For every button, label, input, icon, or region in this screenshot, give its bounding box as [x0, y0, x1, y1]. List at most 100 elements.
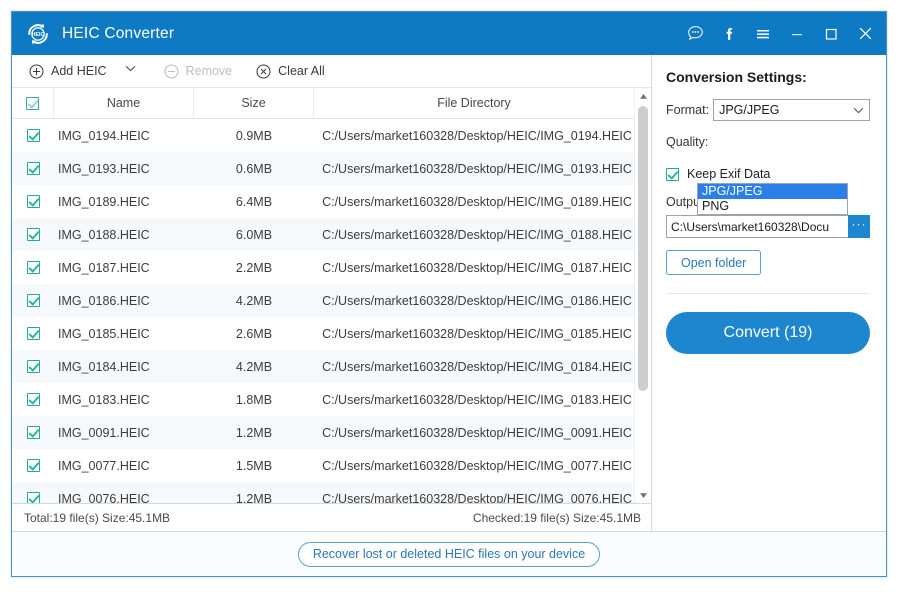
table-row[interactable]: IMG_0185.HEIC 2.6MB C:/Users/market160328/…: [12, 317, 634, 350]
checkbox-icon: [26, 96, 39, 110]
table-row[interactable]: IMG_0187.HEIC 2.2MB C:/Users/market160328/…: [12, 251, 634, 284]
cell-file-name: IMG_0193.HEIC: [58, 161, 150, 176]
remove-button[interactable]: Remove: [157, 58, 240, 84]
column-header-directory[interactable]: File Directory: [314, 88, 634, 118]
file-list-pane: Add HEIC Remove Clear All Name Size File…: [12, 55, 652, 531]
feedback-chat-icon[interactable]: [678, 17, 712, 51]
row-checkbox[interactable]: [12, 228, 54, 241]
row-checkbox[interactable]: [12, 459, 54, 472]
cell-file-name: IMG_0091.HEIC: [58, 425, 150, 440]
select-all-checkbox[interactable]: [12, 88, 54, 118]
cell-file-size: 0.9MB: [235, 128, 273, 143]
scrollbar-thumb[interactable]: [638, 106, 648, 391]
output-path-row: C:\Users\market160328\Docu ···: [666, 215, 870, 238]
format-option[interactable]: PNG: [698, 199, 847, 214]
add-heic-dropdown-button[interactable]: [114, 58, 147, 84]
cell-file-directory: C:/Users/market160328/Desktop/HEIC/IMG_0…: [322, 458, 632, 473]
column-header-size[interactable]: Size: [194, 88, 314, 118]
convert-button[interactable]: Convert (19): [666, 312, 870, 354]
cell-file-directory: C:/Users/market160328/Desktop/HEIC/IMG_0…: [322, 227, 632, 242]
cell-file-name: IMG_0185.HEIC: [58, 326, 150, 341]
checkbox-icon: [26, 459, 40, 472]
minus-circle-icon: [164, 64, 179, 79]
row-checkbox[interactable]: [12, 327, 54, 340]
cell-file-size: 1.5MB: [235, 458, 273, 473]
table-row[interactable]: IMG_0183.HEIC 1.8MB C:/Users/market160328/…: [12, 383, 634, 416]
conversion-settings-panel: Conversion Settings: Format: JPG/JPEG Qu…: [652, 55, 886, 531]
cell-file-directory: C:/Users/market160328/Desktop/HEIC/IMG_0…: [322, 260, 632, 275]
maximize-icon[interactable]: [814, 17, 848, 51]
table-row[interactable]: IMG_0184.HEIC 4.2MB C:/Users/market160328/…: [12, 350, 634, 383]
format-select-value: JPG/JPEG: [719, 103, 780, 117]
format-dropdown-list[interactable]: JPG/JPEG PNG: [697, 183, 848, 215]
checkbox-icon: [26, 162, 40, 175]
row-checkbox[interactable]: [12, 195, 54, 208]
row-checkbox[interactable]: [12, 261, 54, 274]
table-row[interactable]: IMG_0194.HEIC 0.9MB C:/Users/market160328/…: [12, 119, 634, 152]
checkbox-icon: [26, 294, 40, 307]
application-window: HEIC HEIC Converter Add HEIC Remove Clea…: [0, 0, 900, 600]
recover-files-button[interactable]: Recover lost or deleted HEIC files on yo…: [297, 541, 601, 567]
cell-file-directory: C:/Users/market160328/Desktop/HEIC/IMG_0…: [322, 161, 632, 176]
file-table-main: Name Size File Directory IMG_0194.HEIC 0.…: [12, 88, 634, 503]
format-label: Format:: [666, 103, 710, 117]
cell-file-size: 2.2MB: [235, 260, 273, 275]
file-list-scrollbar[interactable]: [634, 88, 651, 503]
checkbox-icon: [26, 360, 40, 373]
cell-file-size: 4.2MB: [235, 359, 273, 374]
clear-all-button[interactable]: Clear All: [249, 58, 332, 84]
table-row[interactable]: IMG_0077.HEIC 1.5MB C:/Users/market160328/…: [12, 449, 634, 482]
status-total: Total:19 file(s) Size:45.1MB: [24, 510, 171, 525]
cell-file-size: 2.6MB: [235, 326, 273, 341]
table-row[interactable]: IMG_0076.HEIC 1.2MB C:/Users/market160328/…: [12, 482, 634, 503]
close-circle-icon: [256, 64, 271, 79]
table-row[interactable]: IMG_0193.HEIC 0.6MB C:/Users/market160328/…: [12, 152, 634, 185]
titlebar-controls: [678, 17, 882, 51]
row-checkbox[interactable]: [12, 294, 54, 307]
cell-file-directory: C:/Users/market160328/Desktop/HEIC/IMG_0…: [322, 491, 632, 504]
keep-exif-row[interactable]: Keep Exif Data: [666, 167, 870, 181]
row-checkbox[interactable]: [12, 162, 54, 175]
scroll-up-icon[interactable]: [635, 88, 651, 104]
bottom-bar: Recover lost or deleted HEIC files on yo…: [12, 531, 886, 576]
remove-label: Remove: [185, 64, 233, 78]
svg-text:HEIC: HEIC: [32, 32, 45, 38]
cell-file-directory: C:/Users/market160328/Desktop/HEIC/IMG_0…: [322, 425, 632, 440]
checkbox-icon: [26, 261, 40, 274]
format-select[interactable]: JPG/JPEG: [713, 99, 870, 121]
open-folder-button[interactable]: Open folder: [666, 250, 762, 275]
cell-file-name: IMG_0189.HEIC: [58, 194, 150, 209]
close-icon[interactable]: [848, 17, 882, 51]
add-heic-button[interactable]: Add HEIC: [22, 58, 114, 84]
menu-icon[interactable]: [746, 17, 780, 51]
cell-file-size: 1.2MB: [235, 425, 273, 440]
row-checkbox[interactable]: [12, 129, 54, 142]
output-path-input[interactable]: C:\Users\market160328\Docu: [666, 215, 848, 238]
cell-file-size: 1.8MB: [235, 392, 273, 407]
cell-file-name: IMG_0076.HEIC: [58, 491, 150, 504]
row-checkbox[interactable]: [12, 426, 54, 439]
row-checkbox[interactable]: [12, 393, 54, 406]
format-field-row: Format: JPG/JPEG: [666, 99, 870, 121]
status-bar: Total:19 file(s) Size:45.1MB Checked:19 …: [12, 503, 651, 531]
row-checkbox[interactable]: [12, 492, 54, 503]
settings-divider: [666, 293, 870, 294]
table-row[interactable]: IMG_0189.HEIC 6.4MB C:/Users/market160328/…: [12, 185, 634, 218]
cell-file-size: 1.2MB: [235, 491, 273, 504]
row-checkbox[interactable]: [12, 360, 54, 373]
column-header-name[interactable]: Name: [54, 88, 194, 118]
format-option[interactable]: JPG/JPEG: [698, 184, 847, 199]
browse-folder-button[interactable]: ···: [848, 215, 870, 238]
facebook-icon[interactable]: [712, 17, 746, 51]
table-row[interactable]: IMG_0186.HEIC 4.2MB C:/Users/market160328/…: [12, 284, 634, 317]
cell-file-directory: C:/Users/market160328/Desktop/HEIC/IMG_0…: [322, 326, 632, 341]
quality-field-row: Quality:: [666, 131, 870, 153]
table-row[interactable]: IMG_0188.HEIC 6.0MB C:/Users/market160328/…: [12, 218, 634, 251]
cell-file-name: IMG_0184.HEIC: [58, 359, 150, 374]
checkbox-icon: [666, 167, 679, 181]
minimize-icon[interactable]: [780, 17, 814, 51]
table-row[interactable]: IMG_0091.HEIC 1.2MB C:/Users/market160328/…: [12, 416, 634, 449]
scroll-down-icon[interactable]: [635, 487, 651, 503]
clear-all-label: Clear All: [278, 64, 325, 78]
open-folder-wrap: Open folder: [666, 250, 870, 275]
